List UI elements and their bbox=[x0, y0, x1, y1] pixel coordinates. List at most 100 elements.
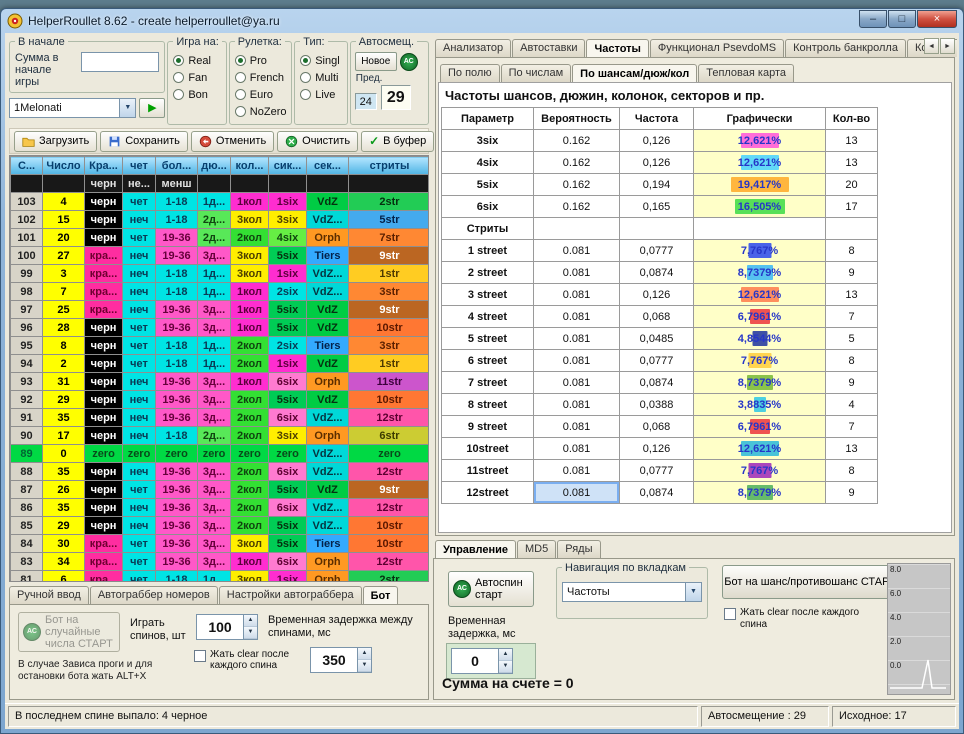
history-column-header[interactable]: бол... bbox=[156, 157, 198, 175]
load-button[interactable]: Загрузить bbox=[14, 131, 97, 152]
autospin-start-button[interactable]: АС Автоспин старт bbox=[448, 571, 534, 607]
clear-button[interactable]: Очистить bbox=[277, 131, 358, 152]
tab-управление[interactable]: Управление bbox=[435, 540, 516, 558]
chevron-down-icon[interactable]: ▼ bbox=[119, 99, 135, 117]
tab-по-числам[interactable]: По числам bbox=[501, 64, 572, 82]
freq-column-header[interactable]: Параметр bbox=[442, 108, 534, 130]
history-row[interactable]: 1034чернчет1-181д...1кол1sixVdZ2str bbox=[11, 193, 430, 211]
spinner-down-icon[interactable]: ▼ bbox=[499, 661, 512, 673]
freq-row[interactable]: 5 street0.0810,04854,8544%5 bbox=[442, 328, 878, 350]
start-sum-input[interactable] bbox=[81, 52, 159, 72]
history-column-header[interactable]: дю... bbox=[198, 157, 231, 175]
spins-count-spinner[interactable]: 100 ▲ ▼ bbox=[196, 614, 258, 640]
titlebar[interactable]: HelperRoullet 8.62 - create helperroulle… bbox=[1, 9, 963, 31]
history-row[interactable]: 942чернчет1-181д...2кол1sixVdZ1str bbox=[11, 355, 430, 373]
spinner-up-icon[interactable]: ▲ bbox=[358, 648, 371, 660]
chance-bot-start-button[interactable]: Бот на шанс/противошанс СТАРТ bbox=[722, 565, 898, 599]
tab-scroll-left-icon[interactable]: ◄ bbox=[924, 38, 939, 54]
history-row[interactable]: 987кра...неч1-181д...1кол2sixVdZ...3str bbox=[11, 283, 430, 301]
radio-live[interactable]: Live bbox=[300, 86, 344, 103]
spinner-down-icon[interactable]: ▼ bbox=[358, 660, 371, 672]
tab-автограббер-номеров[interactable]: Автограббер номеров bbox=[90, 586, 218, 604]
freq-row[interactable]: 11street0.0810,07777,767%8 bbox=[442, 460, 878, 482]
tab-md5[interactable]: MD5 bbox=[517, 540, 556, 558]
radio-pro[interactable]: Pro bbox=[235, 52, 288, 69]
history-column-header[interactable]: сек... bbox=[307, 157, 349, 175]
tab-настройки-автограббера[interactable]: Настройки автограббера bbox=[219, 586, 362, 604]
history-row[interactable]: 9331черннеч19-363д...1кол6sixOrph11str bbox=[11, 373, 430, 391]
freq-column-header[interactable]: Графически bbox=[694, 108, 826, 130]
spinner-down-icon[interactable]: ▼ bbox=[244, 627, 257, 639]
radio-real[interactable]: Real bbox=[173, 52, 222, 69]
tab-navigation-combobox[interactable]: Частоты ▼ bbox=[562, 582, 702, 602]
close-button[interactable]: × bbox=[917, 10, 957, 28]
history-column-header[interactable]: чет bbox=[123, 157, 156, 175]
freq-row[interactable]: 4 street0.0810,0686,7961%7 bbox=[442, 306, 878, 328]
tab-автоставки[interactable]: Автоставки bbox=[512, 39, 585, 57]
freq-column-header[interactable]: Кол-во bbox=[826, 108, 878, 130]
freq-row[interactable]: 6 street0.0810,07777,767%8 bbox=[442, 350, 878, 372]
freq-column-header[interactable]: Вероятность bbox=[534, 108, 620, 130]
history-row[interactable]: 9628чернчет19-363д...1кол5sixVdZ10str bbox=[11, 319, 430, 337]
freq-row[interactable]: 12street0.0810,08748,7379%9 bbox=[442, 482, 878, 504]
tab-по-шансам-дюж-кол[interactable]: По шансам/дюж/кол bbox=[572, 64, 697, 82]
history-row[interactable]: 8726чернчет19-363д...2кол5sixVdZ9str bbox=[11, 481, 430, 499]
freq-row[interactable]: 5six0.1620,19419,417%20 bbox=[442, 174, 878, 196]
undo-button[interactable]: Отменить bbox=[191, 131, 274, 152]
history-row[interactable]: 8334кра...чет19-363д...1кол6sixOrph12str bbox=[11, 553, 430, 571]
radio-fan[interactable]: Fan bbox=[173, 69, 222, 86]
history-row[interactable]: 9135черннеч19-363д...2кол6sixVdZ...12str bbox=[11, 409, 430, 427]
tab-ручной-ввод[interactable]: Ручной ввод bbox=[9, 586, 89, 604]
freq-row[interactable]: 6six0.1620,16516,505%17 bbox=[442, 196, 878, 218]
freq-row[interactable]: 9 street0.0810,0686,7961%7 bbox=[442, 416, 878, 438]
maximize-button[interactable]: □ bbox=[888, 10, 916, 28]
history-row[interactable]: 8430кра...чет19-363д...3кол5sixTiers10st… bbox=[11, 535, 430, 553]
freq-row[interactable]: Стриты bbox=[442, 218, 878, 240]
history-row[interactable]: 10120чернчет19-362д...2кол4sixOrph7str bbox=[11, 229, 430, 247]
history-column-header[interactable]: С... bbox=[11, 157, 43, 175]
save-button[interactable]: Сохранить bbox=[100, 131, 188, 152]
history-column-header[interactable]: стриты bbox=[349, 157, 430, 175]
freq-row[interactable]: 8 street0.0810,03883,8835%4 bbox=[442, 394, 878, 416]
history-row[interactable]: 993кра...неч1-181д...3кол1sixVdZ...1str bbox=[11, 265, 430, 283]
history-row[interactable]: 816кра...чет1-181д...3кол1sixOrph2str bbox=[11, 571, 430, 583]
history-row[interactable]: 8529черннеч19-363д...2кол5sixVdZ...10str bbox=[11, 517, 430, 535]
radio-bon[interactable]: Bon bbox=[173, 86, 222, 103]
chevron-down-icon[interactable]: ▼ bbox=[685, 583, 701, 601]
freq-row[interactable]: 10street0.0810,12612,621%13 bbox=[442, 438, 878, 460]
freq-row[interactable]: 7 street0.0810,08748,7379%9 bbox=[442, 372, 878, 394]
freq-row[interactable]: 2 street0.0810,08748,7379%9 bbox=[442, 262, 878, 284]
preset-combobox[interactable]: 1Melonati ▼ bbox=[9, 98, 136, 118]
radio-french[interactable]: French bbox=[235, 69, 288, 86]
clear-after-spin-checkbox[interactable]: Жать clear после каждого спина bbox=[194, 649, 306, 671]
spinner-up-icon[interactable]: ▲ bbox=[244, 615, 257, 627]
radio-euro[interactable]: Euro bbox=[235, 86, 288, 103]
tab-анализатор[interactable]: Анализатор bbox=[435, 39, 511, 57]
minimize-button[interactable]: – bbox=[859, 10, 887, 28]
run-preset-button[interactable]: ▶ bbox=[139, 98, 165, 118]
spinner-up-icon[interactable]: ▲ bbox=[499, 649, 512, 661]
delay-spinner[interactable]: 0 ▲ ▼ bbox=[451, 648, 513, 674]
freq-column-header[interactable]: Частота bbox=[620, 108, 694, 130]
copy-to-buffer-button[interactable]: ✓ В буфер bbox=[361, 131, 434, 152]
history-row[interactable]: 10215черннеч1-182д...3кол3sixVdZ...5str bbox=[11, 211, 430, 229]
tab-частоты[interactable]: Частоты bbox=[586, 39, 648, 57]
tab-контроль-банкролла[interactable]: Контроль банкролла bbox=[785, 39, 906, 57]
history-row[interactable]: 8835черннеч19-363д...2кол6sixVdZ...12str bbox=[11, 463, 430, 481]
history-row[interactable]: 10027кра...неч19-363д...3кол5sixTiers9st… bbox=[11, 247, 430, 265]
tab-ряды[interactable]: Ряды bbox=[557, 540, 600, 558]
radio-nozero[interactable]: NoZero bbox=[235, 103, 288, 120]
radio-singl[interactable]: Singl bbox=[300, 52, 344, 69]
history-row[interactable]: 890zerozerozerozerozerozeroVdZ...zero bbox=[11, 445, 430, 463]
new-autoshift-button[interactable]: Новое bbox=[355, 52, 397, 71]
freq-row[interactable]: 1 street0.0810,07777,767%8 bbox=[442, 240, 878, 262]
radio-multi[interactable]: Multi bbox=[300, 69, 344, 86]
history-column-header[interactable]: сик... bbox=[269, 157, 307, 175]
tab-функционал-psevdoms[interactable]: Функционал PsevdoMS bbox=[650, 39, 784, 57]
history-row[interactable]: 8635черннеч19-363д...2кол6sixVdZ...12str bbox=[11, 499, 430, 517]
history-row[interactable]: 9725кра...неч19-363д...1кол5sixVdZ9str bbox=[11, 301, 430, 319]
history-row[interactable]: 9229черннеч19-363д...2кол5sixVdZ10str bbox=[11, 391, 430, 409]
spin-delay-spinner[interactable]: 350 ▲ ▼ bbox=[310, 647, 372, 673]
history-column-header[interactable]: Число bbox=[43, 157, 85, 175]
tab-по-полю[interactable]: По полю bbox=[440, 64, 500, 82]
